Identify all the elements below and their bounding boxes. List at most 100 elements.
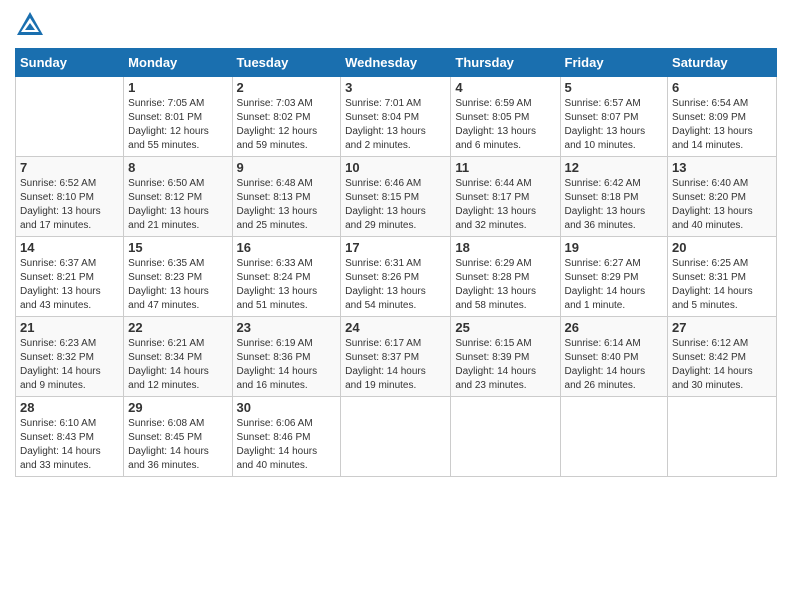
- day-info: Sunrise: 6:25 AMSunset: 8:31 PMDaylight:…: [672, 257, 772, 313]
- calendar-week-row: 14 Sunrise: 6:37 AMSunset: 8:21 PMDayligh…: [16, 237, 777, 317]
- calendar-cell: 1 Sunrise: 7:05 AMSunset: 8:01 PMDaylight…: [124, 77, 232, 157]
- day-number: 17: [345, 240, 446, 255]
- calendar-cell: 29 Sunrise: 6:08 AMSunset: 8:45 PMDayligh…: [124, 397, 232, 477]
- day-header-tuesday: Tuesday: [232, 49, 341, 77]
- day-number: 26: [565, 320, 664, 335]
- calendar-cell: 20 Sunrise: 6:25 AMSunset: 8:31 PMDayligh…: [668, 237, 777, 317]
- day-number: 1: [128, 80, 227, 95]
- day-info: Sunrise: 6:10 AMSunset: 8:43 PMDaylight:…: [20, 417, 119, 473]
- calendar-week-row: 21Sunrise: 6:23 AMSunset: 8:32 PMDayligh…: [16, 317, 777, 397]
- day-number: 28: [20, 400, 119, 415]
- day-number: 11: [455, 160, 555, 175]
- calendar-cell: 16 Sunrise: 6:33 AMSunset: 8:24 PMDayligh…: [232, 237, 341, 317]
- calendar-cell: 24 Sunrise: 6:17 AMSunset: 8:37 PMDayligh…: [341, 317, 451, 397]
- calendar-cell: 22 Sunrise: 6:21 AMSunset: 8:34 PMDayligh…: [124, 317, 232, 397]
- day-number: 4: [455, 80, 555, 95]
- calendar-cell: 15 Sunrise: 6:35 AMSunset: 8:23 PMDayligh…: [124, 237, 232, 317]
- page-container: SundayMondayTuesdayWednesdayThursdayFrid…: [0, 0, 792, 487]
- day-number: 9: [237, 160, 337, 175]
- day-info: Sunrise: 6:17 AMSunset: 8:37 PMDaylight:…: [345, 337, 446, 393]
- day-info: Sunrise: 6:40 AMSunset: 8:20 PMDaylight:…: [672, 177, 772, 233]
- day-info: Sunrise: 6:14 AMSunset: 8:40 PMDaylight:…: [565, 337, 664, 393]
- calendar-cell: 10 Sunrise: 6:46 AMSunset: 8:15 PMDayligh…: [341, 157, 451, 237]
- day-number: 7: [20, 160, 119, 175]
- day-number: 16: [237, 240, 337, 255]
- day-number: 8: [128, 160, 227, 175]
- day-header-friday: Friday: [560, 49, 668, 77]
- day-info: Sunrise: 7:03 AMSunset: 8:02 PMDaylight:…: [237, 97, 337, 153]
- day-number: 10: [345, 160, 446, 175]
- day-number: 25: [455, 320, 555, 335]
- day-number: 6: [672, 80, 772, 95]
- day-info: Sunrise: 6:23 AMSunset: 8:32 PMDaylight:…: [20, 337, 119, 393]
- calendar-cell: 9 Sunrise: 6:48 AMSunset: 8:13 PMDaylight…: [232, 157, 341, 237]
- day-info: Sunrise: 6:21 AMSunset: 8:34 PMDaylight:…: [128, 337, 227, 393]
- day-info: Sunrise: 6:44 AMSunset: 8:17 PMDaylight:…: [455, 177, 555, 233]
- day-header-sunday: Sunday: [16, 49, 124, 77]
- logo: [15, 10, 49, 40]
- day-number: 27: [672, 320, 772, 335]
- calendar-cell: 8Sunrise: 6:50 AMSunset: 8:12 PMDaylight…: [124, 157, 232, 237]
- day-info: Sunrise: 6:37 AMSunset: 8:21 PMDaylight:…: [20, 257, 119, 313]
- calendar-cell: 7 Sunrise: 6:52 AMSunset: 8:10 PMDaylight…: [16, 157, 124, 237]
- day-number: 19: [565, 240, 664, 255]
- day-number: 5: [565, 80, 664, 95]
- day-number: 14: [20, 240, 119, 255]
- day-number: 13: [672, 160, 772, 175]
- calendar-cell: 28 Sunrise: 6:10 AMSunset: 8:43 PMDayligh…: [16, 397, 124, 477]
- calendar-cell: 23Sunrise: 6:19 AMSunset: 8:36 PMDayligh…: [232, 317, 341, 397]
- calendar-cell: 18 Sunrise: 6:29 AMSunset: 8:28 PMDayligh…: [451, 237, 560, 317]
- calendar-cell: 13 Sunrise: 6:40 AMSunset: 8:20 PMDayligh…: [668, 157, 777, 237]
- day-info: Sunrise: 6:35 AMSunset: 8:23 PMDaylight:…: [128, 257, 227, 313]
- day-number: 18: [455, 240, 555, 255]
- calendar-cell: 21Sunrise: 6:23 AMSunset: 8:32 PMDayligh…: [16, 317, 124, 397]
- calendar-cell: 6 Sunrise: 6:54 AMSunset: 8:09 PMDaylight…: [668, 77, 777, 157]
- calendar-header-row: SundayMondayTuesdayWednesdayThursdayFrid…: [16, 49, 777, 77]
- day-info: Sunrise: 7:01 AMSunset: 8:04 PMDaylight:…: [345, 97, 446, 153]
- calendar-cell: 2Sunrise: 7:03 AMSunset: 8:02 PMDaylight…: [232, 77, 341, 157]
- calendar-cell: [668, 397, 777, 477]
- day-info: Sunrise: 6:19 AMSunset: 8:36 PMDaylight:…: [237, 337, 337, 393]
- day-info: Sunrise: 6:54 AMSunset: 8:09 PMDaylight:…: [672, 97, 772, 153]
- day-number: 20: [672, 240, 772, 255]
- calendar-cell: 17 Sunrise: 6:31 AMSunset: 8:26 PMDayligh…: [341, 237, 451, 317]
- day-number: 29: [128, 400, 227, 415]
- day-info: Sunrise: 6:15 AMSunset: 8:39 PMDaylight:…: [455, 337, 555, 393]
- calendar-cell: [16, 77, 124, 157]
- day-header-wednesday: Wednesday: [341, 49, 451, 77]
- day-number: 15: [128, 240, 227, 255]
- calendar-cell: 14 Sunrise: 6:37 AMSunset: 8:21 PMDayligh…: [16, 237, 124, 317]
- calendar-cell: [451, 397, 560, 477]
- calendar-cell: 4 Sunrise: 6:59 AMSunset: 8:05 PMDaylight…: [451, 77, 560, 157]
- calendar-cell: 11 Sunrise: 6:44 AMSunset: 8:17 PMDayligh…: [451, 157, 560, 237]
- day-info: Sunrise: 6:29 AMSunset: 8:28 PMDaylight:…: [455, 257, 555, 313]
- calendar-cell: [341, 397, 451, 477]
- day-number: 3: [345, 80, 446, 95]
- calendar-week-row: 1 Sunrise: 7:05 AMSunset: 8:01 PMDaylight…: [16, 77, 777, 157]
- day-header-monday: Monday: [124, 49, 232, 77]
- calendar-cell: [560, 397, 668, 477]
- day-info: Sunrise: 6:57 AMSunset: 8:07 PMDaylight:…: [565, 97, 664, 153]
- day-info: Sunrise: 6:33 AMSunset: 8:24 PMDaylight:…: [237, 257, 337, 313]
- day-info: Sunrise: 6:59 AMSunset: 8:05 PMDaylight:…: [455, 97, 555, 153]
- calendar-cell: 26 Sunrise: 6:14 AMSunset: 8:40 PMDayligh…: [560, 317, 668, 397]
- logo-icon: [15, 10, 45, 40]
- day-info: Sunrise: 7:05 AMSunset: 8:01 PMDaylight:…: [128, 97, 227, 153]
- calendar-week-row: 7 Sunrise: 6:52 AMSunset: 8:10 PMDaylight…: [16, 157, 777, 237]
- day-number: 24: [345, 320, 446, 335]
- day-info: Sunrise: 6:31 AMSunset: 8:26 PMDaylight:…: [345, 257, 446, 313]
- calendar-cell: 25 Sunrise: 6:15 AMSunset: 8:39 PMDayligh…: [451, 317, 560, 397]
- day-info: Sunrise: 6:48 AMSunset: 8:13 PMDaylight:…: [237, 177, 337, 233]
- day-info: Sunrise: 6:46 AMSunset: 8:15 PMDaylight:…: [345, 177, 446, 233]
- calendar-cell: 5 Sunrise: 6:57 AMSunset: 8:07 PMDaylight…: [560, 77, 668, 157]
- calendar-cell: 30Sunrise: 6:06 AMSunset: 8:46 PMDayligh…: [232, 397, 341, 477]
- day-info: Sunrise: 6:52 AMSunset: 8:10 PMDaylight:…: [20, 177, 119, 233]
- day-info: Sunrise: 6:06 AMSunset: 8:46 PMDaylight:…: [237, 417, 337, 473]
- day-number: 12: [565, 160, 664, 175]
- day-info: Sunrise: 6:27 AMSunset: 8:29 PMDaylight:…: [565, 257, 664, 313]
- day-number: 22: [128, 320, 227, 335]
- calendar-cell: 3 Sunrise: 7:01 AMSunset: 8:04 PMDaylight…: [341, 77, 451, 157]
- calendar-cell: 12 Sunrise: 6:42 AMSunset: 8:18 PMDayligh…: [560, 157, 668, 237]
- day-info: Sunrise: 6:08 AMSunset: 8:45 PMDaylight:…: [128, 417, 227, 473]
- day-info: Sunrise: 6:42 AMSunset: 8:18 PMDaylight:…: [565, 177, 664, 233]
